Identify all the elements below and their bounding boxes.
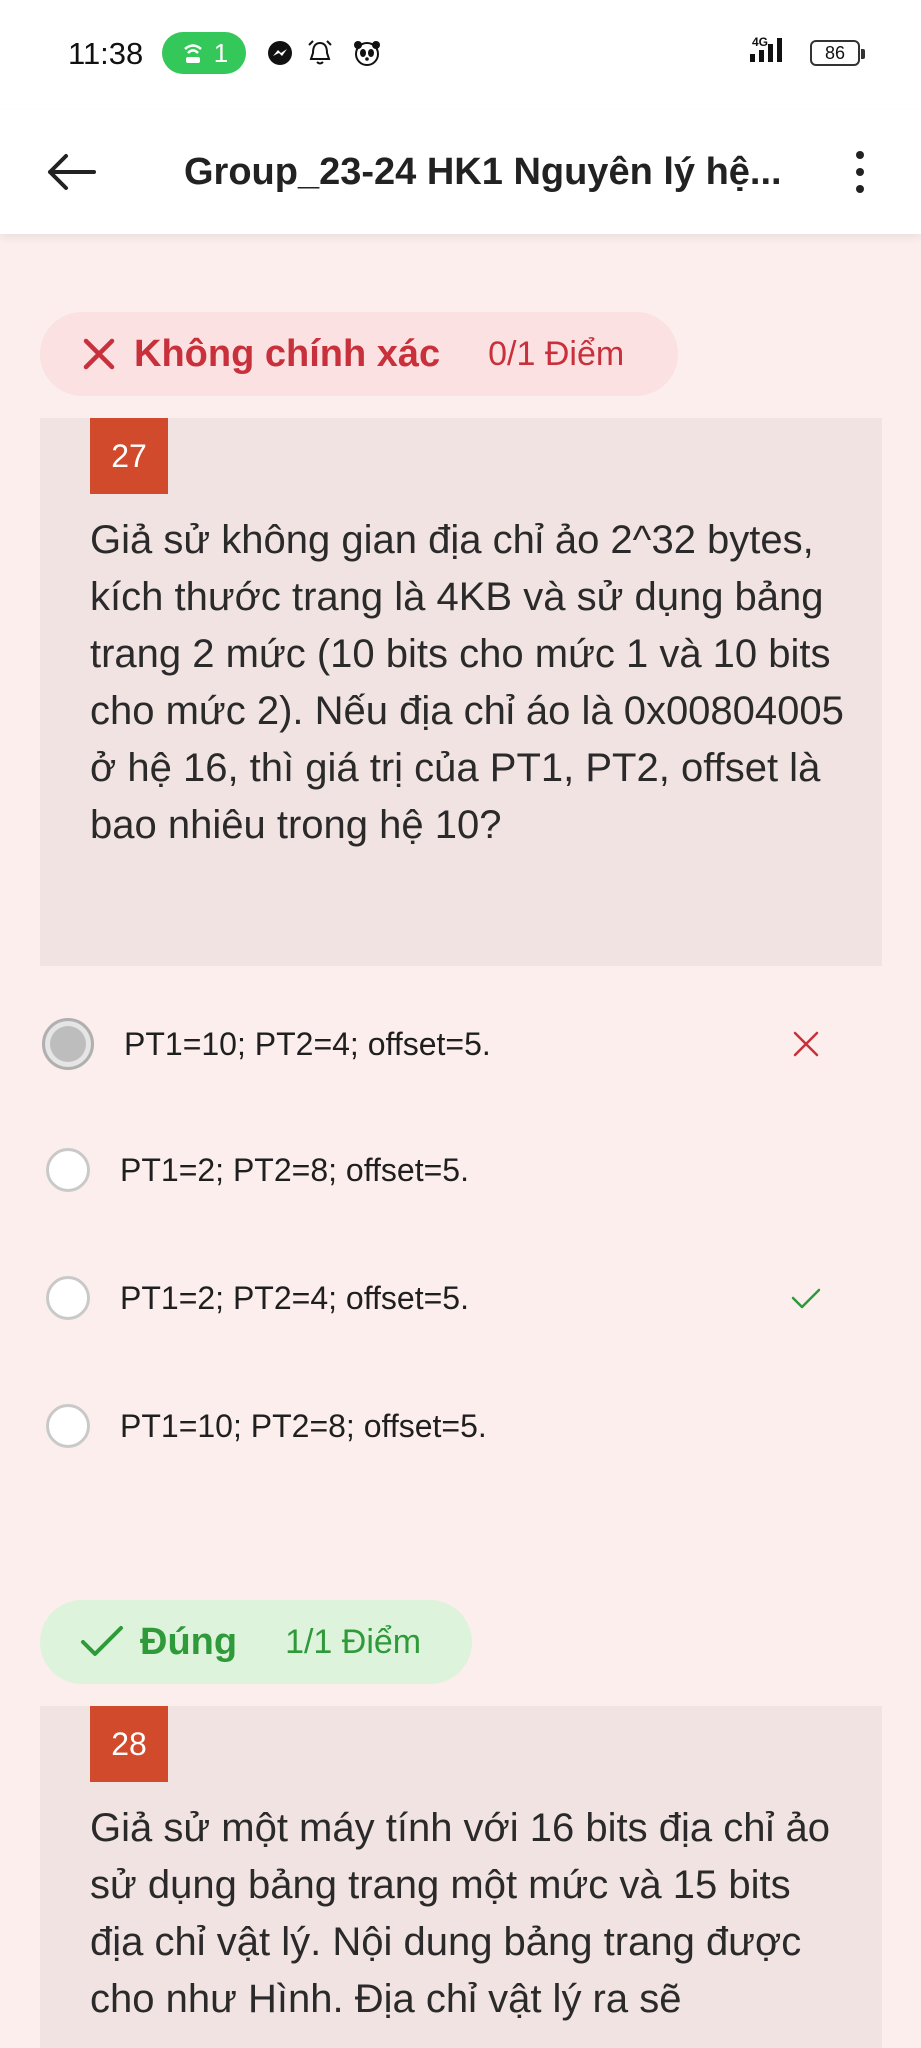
result-badge-incorrect: Không chính xác 0/1 Điểm — [40, 312, 678, 396]
radio-button-selected[interactable] — [42, 1018, 94, 1070]
result-score: 0/1 Điểm — [488, 334, 625, 373]
close-icon — [83, 338, 115, 370]
result-score: 1/1 Điểm — [285, 1622, 422, 1661]
question-card: 28 Giả sử một máy tính với 16 bits địa c… — [40, 1706, 882, 2048]
page-title: Group_23-24 HK1 Nguyên lý hệ... — [184, 151, 782, 193]
arrow-left-icon — [48, 154, 96, 190]
check-icon — [791, 1288, 821, 1309]
radio-button[interactable] — [46, 1404, 90, 1448]
answer-option[interactable]: PT1=2; PT2=4; offset=5. — [40, 1258, 882, 1338]
answer-label: PT1=2; PT2=8; offset=5. — [120, 1151, 469, 1188]
radio-button[interactable] — [46, 1148, 90, 1192]
svg-text:4G: 4G — [752, 35, 768, 49]
hotspot-count: 1 — [213, 37, 229, 68]
messenger-icon — [265, 38, 295, 68]
wrong-mark-icon — [793, 1031, 819, 1057]
question-text: Giả sử không gian địa chỉ ảo 2^32 bytes,… — [90, 518, 844, 847]
radio-button[interactable] — [46, 1276, 90, 1320]
question-text: Giả sử một máy tính với 16 bits địa chỉ … — [90, 1806, 830, 2021]
more-vertical-icon — [856, 151, 864, 159]
status-bar: 11:38 1 4G 86 — [0, 0, 921, 110]
panda-app-icon — [352, 38, 382, 68]
result-status: Không chính xác — [134, 332, 441, 375]
hotspot-icon — [183, 44, 202, 63]
answer-label: PT1=10; PT2=8; offset=5. — [120, 1407, 487, 1444]
hotspot-indicator: 1 — [162, 32, 246, 74]
status-time: 11:38 — [68, 36, 144, 71]
app-bar: Group_23-24 HK1 Nguyên lý hệ... — [0, 110, 921, 234]
answer-option[interactable]: PT1=10; PT2=8; offset=5. — [40, 1386, 882, 1466]
more-options-button[interactable] — [845, 142, 875, 202]
answer-label: PT1=10; PT2=4; offset=5. — [124, 1025, 491, 1062]
answer-option[interactable]: PT1=2; PT2=8; offset=5. — [40, 1130, 882, 1210]
result-status: Đúng — [140, 1620, 238, 1663]
result-badge-correct: Đúng 1/1 Điểm — [40, 1600, 472, 1684]
question-number: 28 — [90, 1706, 168, 1782]
alarm-icon — [305, 38, 335, 68]
battery-indicator: 86 — [810, 40, 865, 66]
back-button[interactable] — [44, 144, 100, 200]
check-icon — [81, 1626, 123, 1656]
answer-label: PT1=2; PT2=4; offset=5. — [120, 1279, 469, 1316]
signal-4g-icon: 4G — [746, 34, 808, 68]
question-number: 27 — [90, 418, 168, 494]
question-card: 27 Giả sử không gian địa chỉ ảo 2^32 byt… — [40, 418, 882, 966]
answer-option[interactable]: PT1=10; PT2=4; offset=5. — [40, 1004, 882, 1084]
